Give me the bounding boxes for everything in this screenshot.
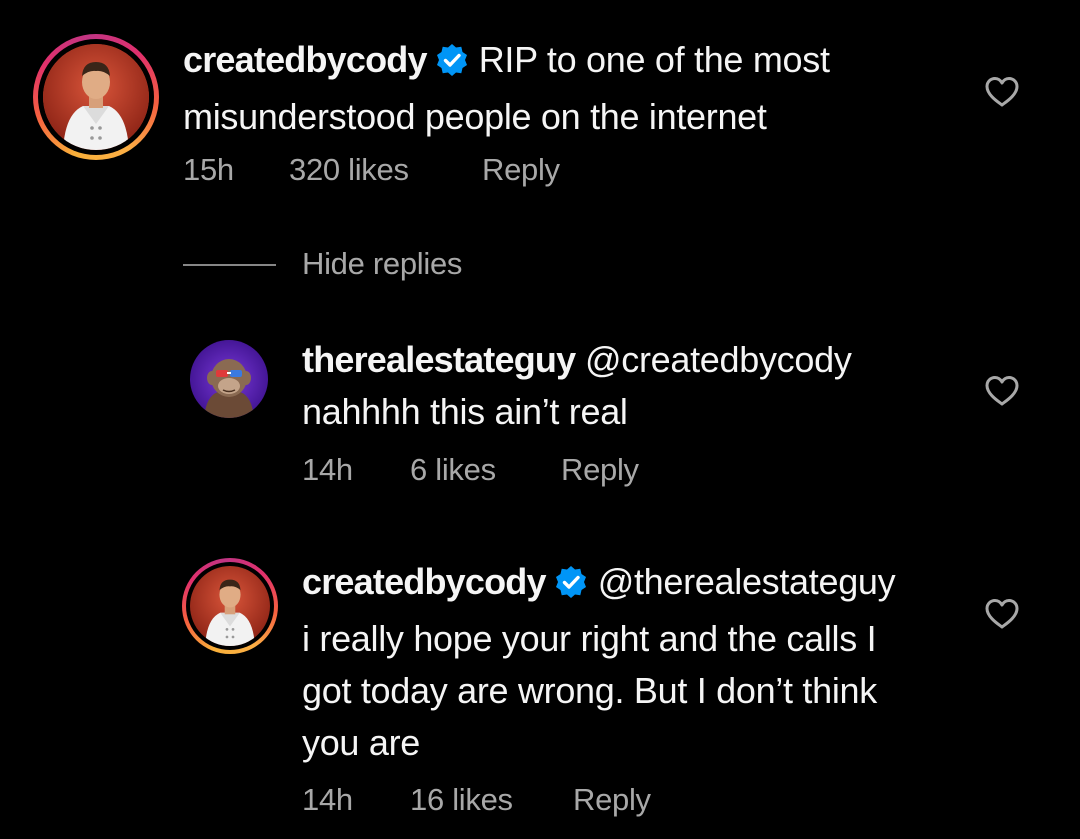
reply-item: therealestateguy @createdbycody nahhhh t… [0,320,1080,500]
reply-item: createdbycody @therealestateguy i really … [0,540,1080,839]
likes-count[interactable]: 16 likes [410,782,573,818]
likes-count[interactable]: 320 likes [289,152,482,188]
like-heart-icon[interactable] [984,375,1020,412]
reply-button[interactable]: Reply [482,152,560,188]
timestamp: 14h [302,782,353,817]
comment-body-line: you are [302,722,420,763]
comment-text: createdbycody @therealestateguy i really … [302,556,982,769]
likes-count[interactable]: 6 likes [410,452,561,488]
like-heart-icon[interactable] [984,598,1020,635]
username[interactable]: createdbycody [183,39,428,80]
chef-avatar-image [43,44,149,150]
comment-body-line: misunderstood people on the internet [183,96,767,137]
comment-text: createdbycody RIP to one of the most misu… [183,34,943,143]
mention-link[interactable]: @createdbycody [585,339,852,380]
comment-meta: 14h 6 likes Reply [302,452,639,488]
verified-badge-icon [435,39,469,91]
comment-body-line: nahhhh this ain’t real [302,391,628,432]
comment-body-line: got today are wrong. But I don’t think [302,670,877,711]
username[interactable]: therealestateguy [302,339,576,380]
comments-screen: createdbycody RIP to one of the most misu… [0,0,1080,839]
username[interactable]: createdbycody [302,561,547,602]
reply-button[interactable]: Reply [573,782,651,818]
ape-avatar-image[interactable] [190,340,268,418]
avatar-story-ring[interactable] [182,558,278,654]
comment-body-line: RIP to one of the most [478,39,830,80]
comment-item: createdbycody RIP to one of the most misu… [0,0,1080,230]
comment-meta: 15h 320 likes Reply [183,152,560,188]
hide-replies-button[interactable]: Hide replies [302,246,462,282]
avatar-story-ring[interactable] [33,34,159,160]
comment-meta: 14h 16 likes Reply [302,782,651,818]
timestamp: 15h [183,152,234,187]
mention-link[interactable]: @therealestateguy [598,561,896,602]
timestamp: 14h [302,452,353,487]
reply-button[interactable]: Reply [561,452,639,488]
chef-avatar-image [190,566,270,646]
comment-body-line: i really hope your right and the calls I [302,618,877,659]
like-heart-icon[interactable] [984,76,1020,113]
comment-text: therealestateguy @createdbycody nahhhh t… [302,334,962,438]
replies-divider-line [183,264,276,266]
verified-badge-icon [554,561,588,613]
